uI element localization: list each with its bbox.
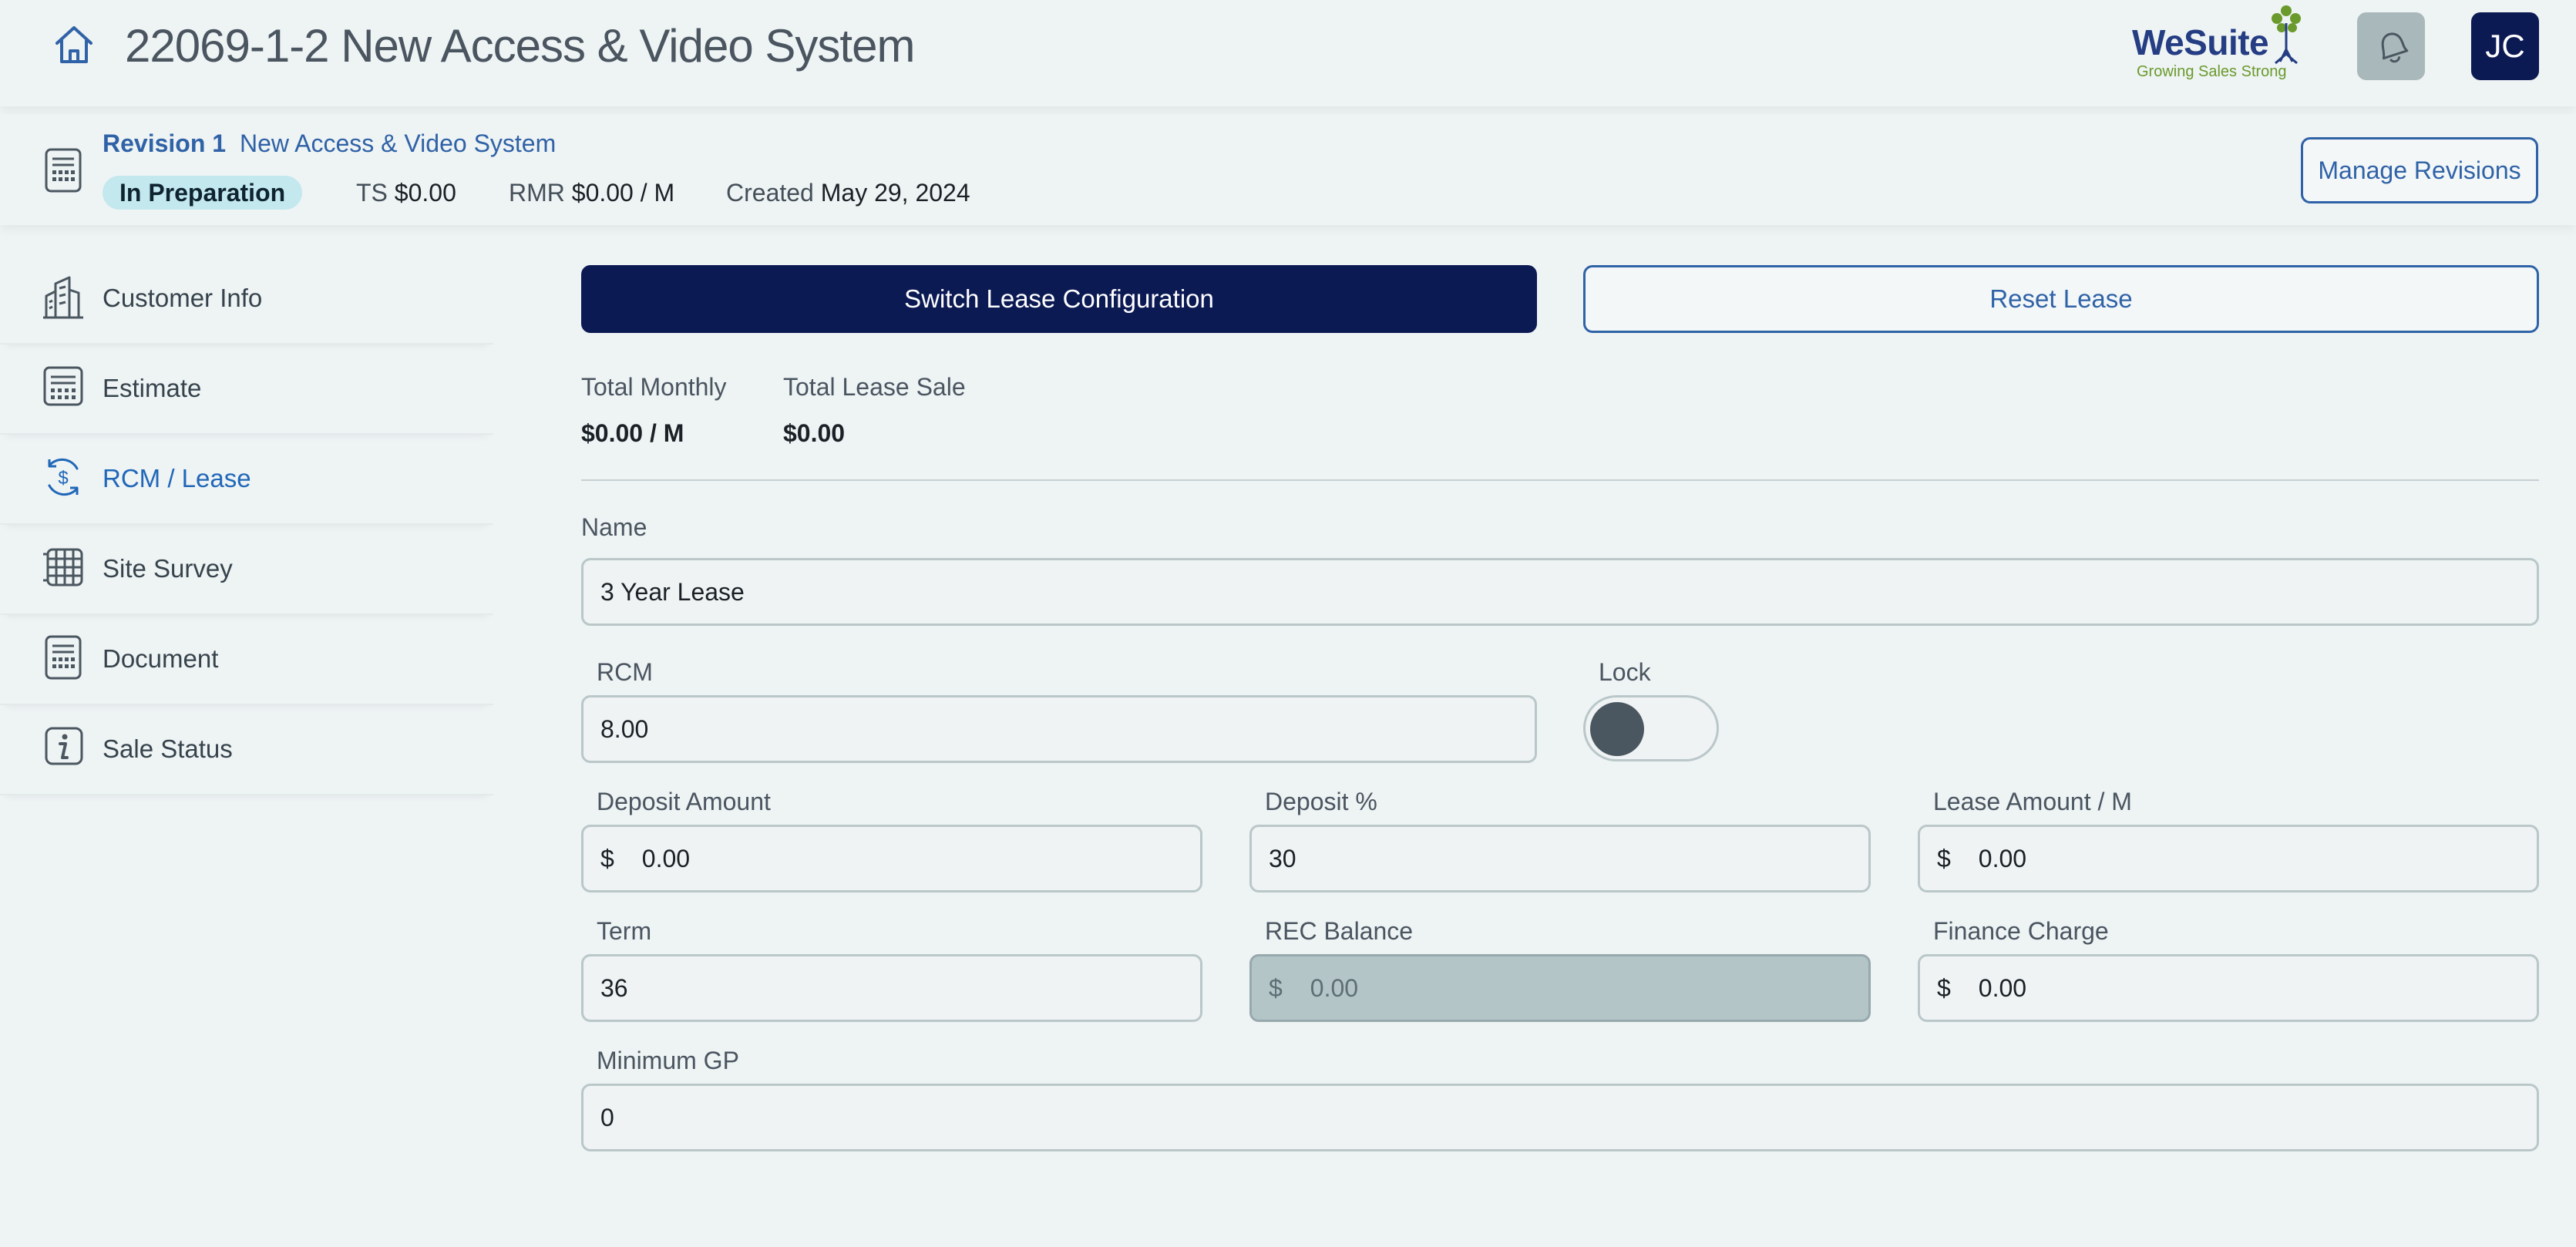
minimum-gp-label: Minimum GP [597,1047,739,1074]
name-label: Name [581,513,647,541]
user-avatar[interactable]: JC [2471,12,2539,80]
switch-lease-configuration-button[interactable]: Switch Lease Configuration [581,265,1537,333]
sidebar-item-customer-info[interactable]: Customer Info [0,254,493,345]
currency-symbol: $ [1937,844,1951,872]
reset-lease-button[interactable]: Reset Lease [1583,265,2539,333]
sidebar-item-label: Document [103,644,219,673]
rcm-label: RCM [597,658,653,686]
lease-amount-input[interactable]: $ 0.00 [1918,825,2539,892]
sidebar-item-label: Estimate [103,374,202,402]
rcm-value: 8.00 [600,714,649,743]
rmr-summary: RMR $0.00 / M [509,179,674,207]
sidebar-item-label: Customer Info [103,284,263,312]
lock-label: Lock [1599,658,1651,686]
ts-value: $0.00 [394,179,456,207]
created-label: Created [726,179,814,207]
logo-wordmark: WeSuite [2132,22,2269,62]
sidebar-item-sale-status[interactable]: Sale Status [0,705,493,795]
rec-balance-value: 0.00 [1310,973,1359,1002]
minimum-gp-input[interactable]: 0 [581,1084,2539,1151]
currency-symbol: $ [600,844,614,872]
sidebar-item-document[interactable]: Document [0,615,493,705]
finance-charge-input[interactable]: $ 0.00 [1918,954,2539,1022]
ts-summary: TS $0.00 [356,179,456,207]
revision-label: Revision 1 [103,129,227,157]
lock-toggle[interactable] [1583,695,1719,761]
deposit-amount-value: 0.00 [641,844,691,872]
term-input[interactable]: 36 [581,954,1202,1022]
notifications-button[interactable] [2357,12,2425,80]
grid-icon [43,548,83,587]
finance-charge-value: 0.00 [1978,973,2027,1002]
status-badge: In Preparation [103,176,303,210]
deposit-amount-input[interactable]: $ 0.00 [581,825,1202,892]
deposit-percent-value: 30 [1269,844,1296,872]
currency-symbol: $ [1937,973,1951,1002]
revision-name[interactable]: New Access & Video System [240,129,556,158]
rec-balance-label: REC Balance [1265,917,1414,945]
term-label: Term [597,917,652,945]
divider [581,479,2539,481]
sidebar-item-label: Site Survey [103,554,233,583]
created-summary: Created May 29, 2024 [726,179,970,207]
page-title: 22069-1-2 New Access & Video System [125,20,915,72]
deposit-amount-label: Deposit Amount [597,788,771,815]
manage-revisions-button[interactable]: Manage Revisions [2301,137,2538,203]
top-header: 22069-1-2 New Access & Video System WeSu… [0,0,2576,106]
name-input[interactable]: 3 Year Lease [581,558,2539,626]
building-icon [43,276,83,319]
created-value: May 29, 2024 [820,179,970,207]
deposit-percent-input[interactable]: 30 [1249,825,1871,892]
minimum-gp-value: 0 [600,1103,614,1131]
wesuite-logo: WeSuite Growing Sales Strong [2132,5,2309,83]
rcm-input[interactable]: 8.00 [581,695,1537,763]
svg-text:$: $ [58,468,68,489]
sidebar-item-rcm-lease[interactable]: $ RCM / Lease [0,435,493,525]
rmr-label: RMR [509,179,565,207]
calculator-icon [43,366,83,406]
recurring-dollar-icon: $ [48,458,79,496]
sidebar-item-label: RCM / Lease [103,464,251,492]
rmr-value: $0.00 / M [571,179,675,207]
toggle-knob [1590,702,1644,756]
sidebar-item-estimate[interactable]: Estimate [0,345,493,435]
sidebar: Customer Info Estimate $ RCM / Lease Sit… [0,254,493,795]
sidebar-item-label: Sale Status [103,734,233,763]
total-lease-sale-value: $0.00 [783,419,846,447]
document-icon [45,148,82,193]
home-icon[interactable] [51,22,97,68]
revision-bar: Revision 1 New Access & Video System In … [0,114,2576,225]
finance-charge-label: Finance Charge [1933,917,2109,945]
total-monthly-value: $0.00 / M [581,419,684,447]
deposit-percent-label: Deposit % [1265,788,1377,815]
rec-balance-input: $ 0.00 [1249,954,1871,1022]
info-icon [45,727,83,765]
bell-icon [2381,32,2409,63]
document-icon [45,635,82,680]
tree-logo-icon [2272,5,2301,65]
sidebar-item-site-survey[interactable]: Site Survey [0,525,493,615]
lease-amount-value: 0.00 [1978,844,2027,872]
currency-symbol: $ [1269,973,1283,1002]
total-monthly-label: Total Monthly [581,373,727,401]
lease-amount-label: Lease Amount / M [1933,788,2132,815]
ts-label: TS [356,179,388,207]
term-value: 36 [600,973,628,1002]
name-value: 3 Year Lease [600,577,745,606]
total-lease-sale-label: Total Lease Sale [783,373,966,401]
